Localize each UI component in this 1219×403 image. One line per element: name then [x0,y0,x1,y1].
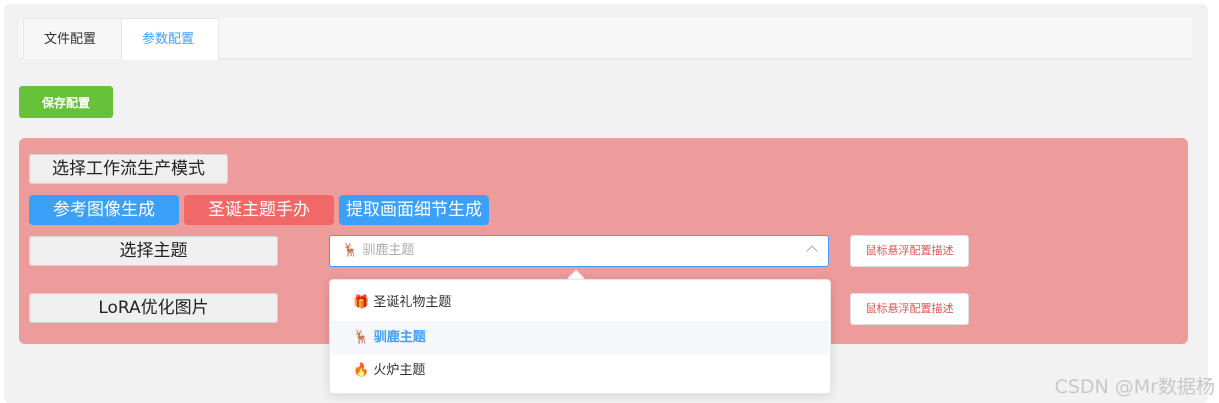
workflow-mode-button[interactable]: 选择工作流生产模式 [29,154,228,184]
theme-dropdown: 🎁 圣诞礼物主题 🦌 驯鹿主题 🔥 火炉主题 [329,279,831,394]
save-config-button[interactable]: 保存配置 [19,86,113,118]
dropdown-item-gift-theme[interactable]: 🎁 圣诞礼物主题 [331,286,829,320]
theme-select[interactable]: 🦌 驯鹿主题 [329,235,829,267]
watermark: CSDN @Mr数据杨 [1054,376,1215,398]
detail-extract-option[interactable]: 提取画面细节生成 [339,195,489,225]
dropdown-item-fireplace-theme[interactable]: 🔥 火炉主题 [331,354,829,388]
reference-image-option[interactable]: 参考图像生成 [29,195,179,225]
tab-file-config[interactable]: 文件配置 [23,18,121,59]
lora-optimize-label[interactable]: LoRA优化图片 [29,293,278,323]
tab-param-config[interactable]: 参数配置 [121,18,219,60]
theme-hint-button[interactable]: 鼠标悬浮配置描述 [850,235,969,267]
theme-select-value: 🦌 驯鹿主题 [342,243,415,258]
chevron-up-icon [806,245,818,257]
christmas-figure-option[interactable]: 圣诞主题手办 [184,195,334,225]
dropdown-item-reindeer-theme[interactable]: 🦌 驯鹿主题 [331,321,829,355]
select-theme-label[interactable]: 选择主题 [29,236,278,266]
lora-hint-button[interactable]: 鼠标悬浮配置描述 [850,293,969,325]
tab-bar: 文件配置 参数配置 [19,18,1192,60]
